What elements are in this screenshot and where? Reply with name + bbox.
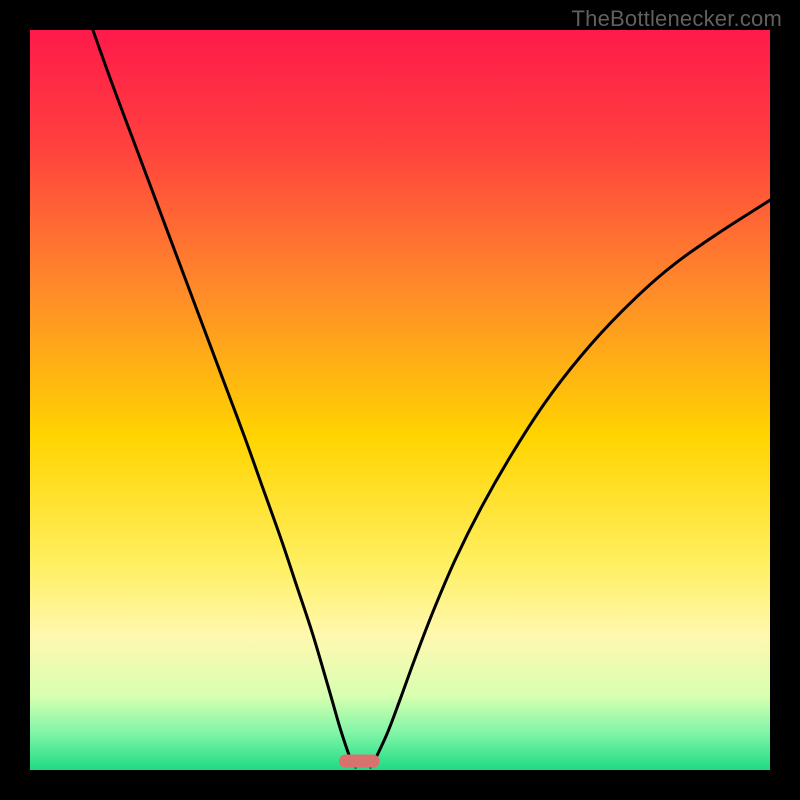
optimum-marker <box>339 754 380 767</box>
plot-area <box>30 30 770 770</box>
marker-layer <box>339 754 380 767</box>
chart-frame: TheBottlenecker.com <box>0 0 800 800</box>
gradient-background <box>30 30 770 770</box>
plot-svg <box>30 30 770 770</box>
watermark-text: TheBottlenecker.com <box>572 6 782 32</box>
